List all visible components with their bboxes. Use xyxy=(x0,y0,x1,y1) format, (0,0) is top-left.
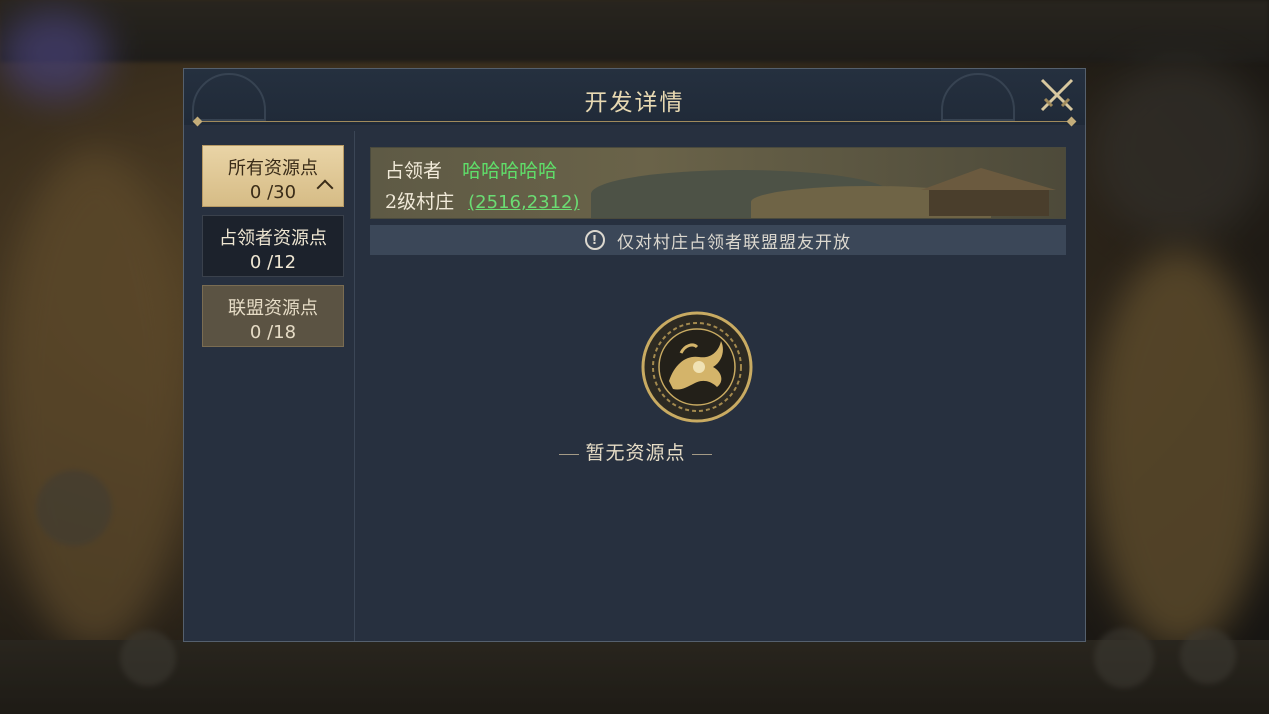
tab-label: 联盟资源点 xyxy=(228,298,318,319)
coordinates-link[interactable]: (2516,2312) xyxy=(468,192,579,213)
tab-label: 所有资源点 xyxy=(228,158,318,179)
exclamation-icon: ! xyxy=(585,230,605,250)
divider-left xyxy=(559,453,580,455)
tab-label: 占领者资源点 xyxy=(219,228,327,249)
village-level: 2级村庄 xyxy=(385,191,455,213)
empty-state-text: 暂无资源点 xyxy=(585,442,686,464)
tab-occupier-resources[interactable]: 占领者资源点 0 /12 xyxy=(202,215,344,277)
occupier-row: 占领者 哈哈哈哈哈 xyxy=(385,156,557,183)
crossed-swords-close-icon xyxy=(1040,78,1074,112)
village-info-banner: 占领者 哈哈哈哈哈 2级村庄 (2516,2312) xyxy=(370,147,1066,219)
tab-all-resources[interactable]: 所有资源点 0 /30 xyxy=(202,145,344,207)
occupier-label: 占领者 xyxy=(385,160,443,182)
tab-alliance-resources[interactable]: 联盟资源点 0 /18 xyxy=(202,285,344,347)
village-hut-illustration xyxy=(921,168,1056,216)
tab-count: 0 /18 xyxy=(249,322,297,343)
divider-right xyxy=(691,453,712,455)
header-divider xyxy=(194,121,1075,122)
village-row: 2级村庄 (2516,2312) xyxy=(385,187,580,214)
tiger-emblem-icon xyxy=(641,311,753,423)
empty-state-message: 暂无资源点 xyxy=(184,438,1087,465)
dialog-title: 开发详情 xyxy=(584,90,685,116)
access-notice: ! 仅对村庄占领者联盟盟友开放 xyxy=(370,225,1066,255)
resource-tabs-sidebar: 所有资源点 0 /30 占领者资源点 0 /12 联盟资源点 0 /18 xyxy=(184,131,355,641)
notice-text: 仅对村庄占领者联盟盟友开放 xyxy=(617,232,851,253)
dialog-header: 开发详情 xyxy=(184,69,1085,125)
tab-count: 0 /12 xyxy=(249,252,297,273)
occupier-name: 哈哈哈哈哈 xyxy=(462,160,558,182)
development-details-dialog: 开发详情 所有资源点 0 /30 占领者资源点 0 /12 联盟资源点 0 /1… xyxy=(183,68,1086,642)
close-button[interactable] xyxy=(1037,75,1077,115)
